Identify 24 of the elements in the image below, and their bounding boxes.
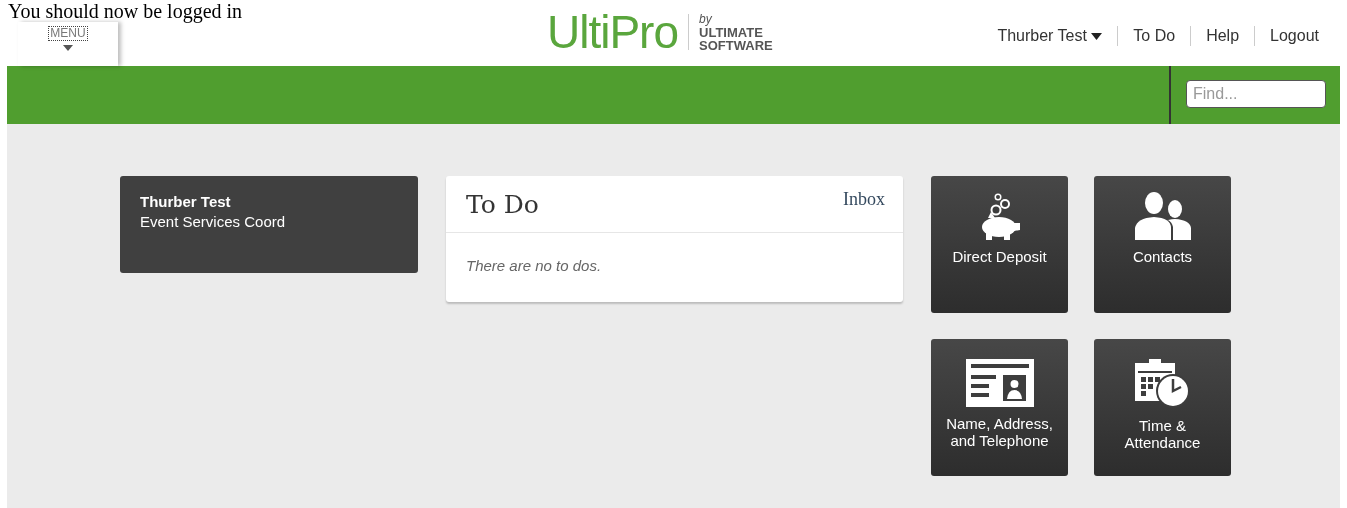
app-tile[interactable]: Contacts [1094, 176, 1231, 313]
app-tile[interactable]: Direct Deposit [931, 176, 1068, 313]
logo-byline: by [699, 12, 713, 26]
calendar-clock-icon [1134, 359, 1191, 409]
company-name: ULTIMATE [699, 25, 764, 39]
app-tile[interactable]: Time & Attendance [1094, 339, 1231, 476]
card-title: To Do [466, 189, 539, 221]
nav-link[interactable]: Logout [1254, 26, 1326, 46]
empty-message: There are no to dos. [465, 256, 603, 276]
caret-icon [63, 45, 73, 51]
nav-link[interactable]: Help [1190, 26, 1255, 46]
id-card-icon [965, 359, 1034, 407]
search-field[interactable]: Find... [1186, 80, 1326, 108]
app-tile[interactable]: Name, Address, and Telephone [931, 339, 1068, 476]
employee-name: Thurber Test [140, 192, 232, 211]
job-title: Event Services Coord [140, 212, 287, 232]
people-icon [1134, 190, 1191, 240]
login-message: You should now be logged in [8, 0, 243, 22]
user-dropdown[interactable]: Thurber Test [982, 26, 1118, 46]
logo-wordmark: UltiPro [547, 6, 679, 58]
menu-button[interactable]: MENU [18, 22, 118, 66]
inbox-link[interactable]: Inbox [843, 186, 885, 210]
nav-link[interactable]: To Do [1117, 26, 1191, 46]
company-name: SOFTWARE [699, 38, 773, 52]
